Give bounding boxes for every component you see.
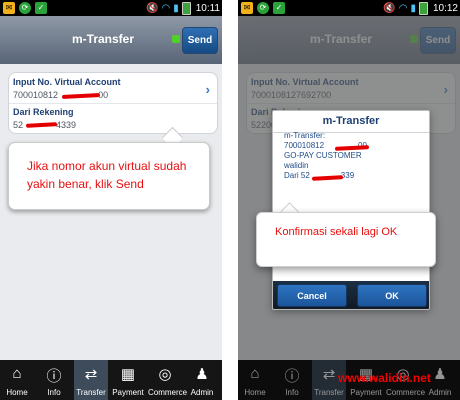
wifi-icon: ◠ [161, 2, 171, 14]
tab-home[interactable]: ⌂ Home [0, 360, 34, 400]
status-time: 10:12 [432, 2, 458, 14]
check-icon: ✓ [35, 2, 47, 14]
watermark-text: www.walidin.net [338, 371, 431, 385]
status-right: 🔇 ◠ ▮ 10:11 [146, 1, 220, 15]
send-instruction-tooltip: Jika nomor akun virtual sudah yakin bena… [8, 142, 210, 210]
home-icon: ⌂ [12, 365, 22, 382]
dialog-line: m-Transfer: [284, 131, 326, 140]
dialog-line: GO-PAY CUSTOMER [284, 151, 362, 160]
source-account-value: 52 4339 [13, 120, 77, 130]
ok-button[interactable]: OK [357, 284, 427, 307]
page-title: m-Transfer [72, 32, 135, 46]
status-bar: ✉ ⟳ ✓ 🔇 ◠ ▮ 10:11 [0, 0, 222, 16]
title-bar: m-Transfer Send [0, 16, 222, 64]
tab-info[interactable]: ⓘ Info [37, 360, 71, 400]
status-time: 10:11 [195, 2, 220, 14]
dialog-line: Dari 52 339 [284, 171, 355, 181]
send-instruction-text: Jika nomor akun virtual sudah yakin bena… [27, 159, 187, 191]
tab-payment-label: Payment [112, 388, 144, 397]
admin-icon: ♟ [195, 366, 209, 383]
left-phone-screen: ✉ ⟳ ✓ 🔇 ◠ ▮ 10:11 m-Transfer Send Input … [0, 0, 222, 400]
dialog-body: m-Transfer: 70001081200 GO-PAY CUSTOMER … [284, 131, 424, 181]
dialog-button-bar: Cancel OK [273, 281, 429, 309]
mute-icon: 🔇 [383, 2, 396, 14]
redaction-mark [311, 175, 344, 181]
virtual-account-label: Input No. Virtual Account [13, 77, 121, 87]
bottom-tab-bar: ⌂ Home ⓘ Info ⇄ Transfer ▦ Payment ◎ Commerce… [0, 360, 222, 400]
cancel-button[interactable]: Cancel [277, 284, 347, 307]
mute-icon: 🔇 [146, 2, 159, 14]
battery-icon [181, 1, 191, 15]
redaction-mark [25, 122, 58, 128]
tab-payment[interactable]: ▦ Payment [111, 360, 145, 400]
tab-admin[interactable]: ♟ Admin [185, 360, 219, 400]
send-button[interactable]: Send [182, 27, 218, 54]
signal-icon: ▮ [173, 2, 179, 14]
right-phone-screen: ✉ ⟳ ✓ 🔇 ◠ ▮ 10:12 m-Transfer Send Input … [238, 0, 460, 400]
tab-home-label: Home [6, 388, 28, 397]
dialog-line: 70001081200 [284, 141, 424, 151]
message-icon: ✉ [241, 2, 253, 14]
tab-info-label: Info [47, 388, 61, 397]
sync-icon: ⟳ [257, 2, 269, 14]
source-account-label: Dari Rekening [13, 107, 74, 117]
wifi-icon: ◠ [398, 2, 408, 14]
commerce-icon: ◎ [158, 366, 172, 383]
dialog-line: walidin [284, 161, 309, 170]
tab-admin-label: Admin [190, 388, 214, 397]
message-icon: ✉ [3, 2, 15, 14]
virtual-account-row[interactable]: Input No. Virtual Account 700010812 00 › [9, 73, 217, 104]
check-icon: ✓ [273, 2, 285, 14]
transfer-icon: ⇄ [84, 366, 98, 383]
sync-icon: ⟳ [19, 2, 31, 14]
chevron-right-icon[interactable]: › [206, 82, 210, 97]
battery-icon [418, 1, 428, 15]
tab-commerce-label: Commerce [148, 388, 188, 397]
dialog-title: m-Transfer [273, 111, 429, 133]
info-icon: ⓘ [46, 368, 62, 385]
status-bar: ✉ ⟳ ✓ 🔇 ◠ ▮ 10:12 [238, 0, 460, 16]
tab-transfer-label: Transfer [76, 388, 106, 397]
transfer-form-card: Input No. Virtual Account 700010812 00 › … [8, 72, 218, 134]
virtual-account-value: 700010812 00 [13, 90, 109, 100]
source-account-row[interactable]: Dari Rekening 52 4339 [9, 103, 217, 133]
confirm-instruction-text: Konfirmasi sekali lagi OK [275, 226, 398, 238]
signal-icon: ▮ [410, 2, 416, 14]
tab-commerce[interactable]: ◎ Commerce [148, 360, 188, 400]
tab-transfer[interactable]: ⇄ Transfer [74, 360, 108, 400]
status-indicator [172, 35, 180, 43]
payment-icon: ▦ [120, 366, 136, 383]
confirm-instruction-tooltip: Konfirmasi sekali lagi OK [256, 212, 436, 267]
status-right: 🔇 ◠ ▮ 10:12 [383, 1, 458, 15]
redaction-mark [61, 93, 101, 99]
